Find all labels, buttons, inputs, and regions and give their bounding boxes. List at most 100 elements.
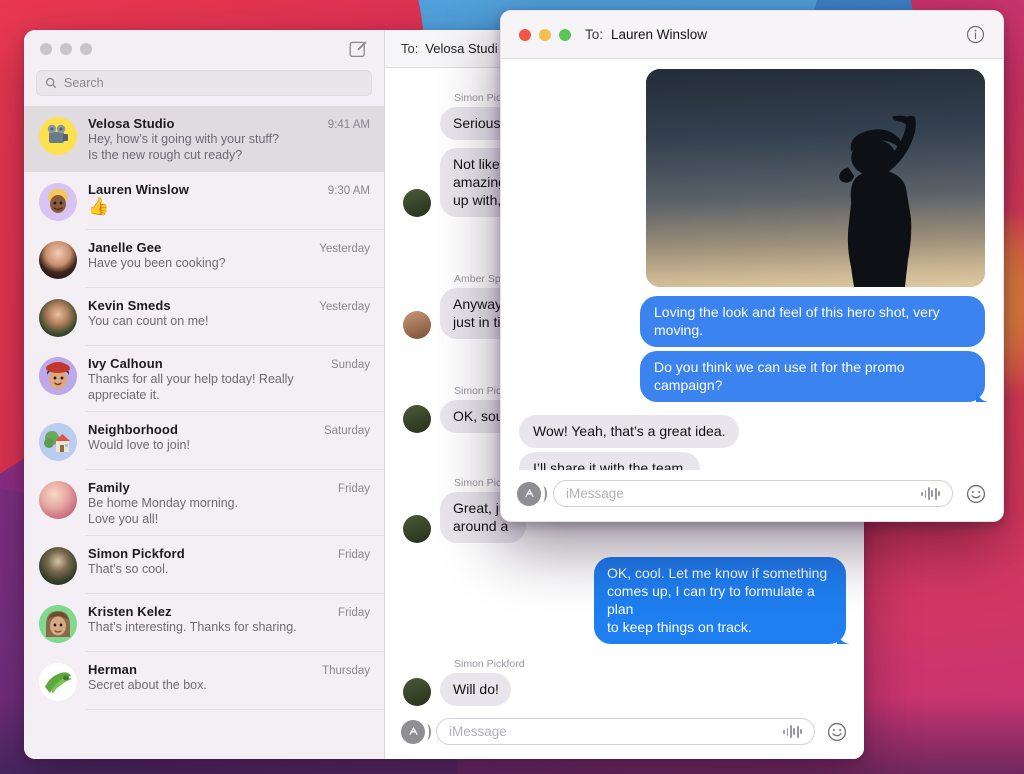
conversation-timestamp: Sunday	[330, 359, 370, 371]
conversation-body: Janelle Gee Yesterday Have you been cookin…	[88, 239, 370, 271]
house-with-garden-emoji	[39, 423, 77, 461]
conversation-top-line: Ivy Calhoun Sunday	[88, 356, 370, 371]
message-row: OK, cool. Let me know if something comes…	[403, 557, 846, 644]
search-input[interactable]: Search	[36, 70, 372, 96]
conversation-name: Kristen Kelez	[88, 604, 172, 619]
conversation-top-line: Kevin Smeds Yesterday	[88, 298, 370, 313]
compose-icon[interactable]	[348, 39, 368, 59]
sender-avatar	[403, 311, 431, 339]
smiley-face-icon[interactable]	[965, 483, 987, 505]
sidebar-titlebar	[24, 30, 384, 68]
minimize-button[interactable]	[539, 28, 551, 41]
bubble-line: OK, cool. Let me know if something	[607, 565, 828, 581]
window-traffic-lights[interactable]	[519, 28, 571, 41]
conversation-preview: Is the new rough cut ready?	[88, 148, 243, 162]
conversation-name: Velosa Studio	[88, 116, 175, 131]
photo-attachment[interactable]	[646, 69, 985, 287]
conversation-item-herman[interactable]: Herman Thursday Secret about the box.	[24, 652, 384, 710]
zoom-button[interactable]	[80, 43, 92, 55]
photo-attachment-row	[519, 69, 985, 287]
conversation-body: Family Friday Be home Monday morning. Love …	[88, 479, 370, 527]
conversation-body: Kevin Smeds Yesterday You can count on me!	[88, 297, 370, 329]
recipient-name: Velosa Studi	[425, 41, 498, 56]
app-store-arc	[423, 723, 431, 740]
conversation-item-ivy-calhoun[interactable]: Ivy Calhoun Sunday Thanks for all your hel…	[24, 346, 384, 412]
message-bubble[interactable]: I’ll share it with the team.	[519, 452, 701, 470]
photo-avatar	[39, 547, 77, 585]
to-label: To:	[401, 41, 419, 56]
memoji-avatar	[39, 183, 77, 221]
conversation-body: Herman Thursday Secret about the box.	[88, 661, 370, 693]
conversation-preview: Be home Monday morning.	[88, 496, 239, 510]
conversation-name: Kevin Smeds	[88, 298, 171, 313]
search-placeholder: Search	[64, 76, 104, 90]
conversation-preview: 👍	[88, 197, 110, 216]
dancer-silhouette	[839, 115, 916, 287]
conversation-body: Kristen Kelez Friday That’s interesting. T…	[88, 603, 370, 635]
conversation-preview: That’s so cool.	[88, 562, 169, 576]
conversation-list[interactable]: Velosa Studio 9:41 AM Hey, how’s it going …	[24, 106, 384, 759]
info-circle-icon[interactable]	[966, 25, 985, 44]
bubble-line: comes up, I can try to formulate a plan	[607, 583, 815, 617]
conversation-timestamp: Yesterday	[319, 301, 370, 313]
close-button[interactable]	[519, 28, 531, 41]
messages-conversation-window[interactable]: To: Lauren Winslow Loving the look and f…	[500, 10, 1004, 522]
message-bubble[interactable]: Do you think we can use it for the promo…	[640, 351, 985, 402]
message-row: Loving the look and feel of this hero sh…	[519, 296, 985, 347]
conversation-body: Neighborhood Saturday Would love to join!	[88, 421, 370, 453]
conversation-preview: You can count on me!	[88, 314, 209, 328]
minimize-button[interactable]	[60, 43, 72, 55]
conversation-timestamp: Thursday	[322, 665, 370, 677]
conversation-item-family[interactable]: Family Friday Be home Monday morning. Love …	[24, 470, 384, 536]
zoom-button[interactable]	[559, 28, 571, 41]
conversation-name: Herman	[88, 662, 138, 677]
sender-avatar	[403, 678, 431, 706]
conversation-item-lauren-winslow[interactable]: Lauren Winslow 9:30 AM 👍	[24, 172, 384, 230]
conversation-item-kristen-kelez[interactable]: Kristen Kelez Friday That’s interesting. T…	[24, 594, 384, 652]
app-store-arc	[539, 485, 547, 502]
audio-waveform-icon[interactable]	[921, 487, 940, 501]
app-store-icon[interactable]	[401, 719, 431, 744]
message-input[interactable]: iMessage	[553, 480, 953, 507]
message-input[interactable]: iMessage	[436, 718, 815, 745]
front-message-thread: Loving the look and feel of this hero sh…	[501, 59, 1003, 470]
message-bubble[interactable]: Will do!	[440, 673, 511, 706]
message-bubble[interactable]: Wow! Yeah, that’s a great idea.	[519, 415, 739, 448]
message-bubble[interactable]: OK, cool. Let me know if something comes…	[594, 557, 846, 644]
message-row: I’ll share it with the team.	[519, 452, 985, 470]
conversation-name: Janelle Gee	[88, 240, 162, 255]
message-placeholder: iMessage	[449, 724, 507, 739]
message-row: Will do!	[403, 673, 846, 706]
conversation-item-janelle-gee[interactable]: Janelle Gee Yesterday Have you been cookin…	[24, 230, 384, 288]
conversation-preview: Secret about the box.	[88, 678, 207, 692]
sender-avatar	[403, 515, 431, 543]
conversation-item-kevin-smeds[interactable]: Kevin Smeds Yesterday You can count on me!	[24, 288, 384, 346]
close-button[interactable]	[40, 43, 52, 55]
conversation-timestamp: Friday	[338, 483, 370, 495]
front-window-titlebar: To: Lauren Winslow	[501, 11, 1003, 59]
message-sender: Simon Pickford	[454, 658, 525, 670]
conversation-item-simon-pickford[interactable]: Simon Pickford Friday That’s so cool.	[24, 536, 384, 594]
audio-waveform-icon[interactable]	[783, 725, 802, 739]
to-label: To:	[585, 27, 604, 42]
window-traffic-lights[interactable]	[40, 43, 92, 55]
conversation-preview: That’s interesting. Thanks for sharing.	[88, 620, 297, 634]
app-store-icon[interactable]	[517, 481, 547, 506]
memoji-avatar	[39, 605, 77, 643]
conversation-top-line: Family Friday	[88, 480, 370, 495]
conversation-name: Neighborhood	[88, 422, 179, 437]
conversation-body: Velosa Studio 9:41 AM Hey, how’s it going …	[88, 115, 370, 163]
message-row: Do you think we can use it for the promo…	[519, 351, 985, 402]
conversation-preview: Thanks for all your help today! Really	[88, 372, 294, 386]
photo-avatar	[39, 241, 77, 279]
photo-avatar	[39, 481, 77, 519]
message-row: Wow! Yeah, that’s a great idea.	[519, 415, 985, 448]
front-message-composer: iMessage	[501, 470, 1003, 521]
conversation-name: Simon Pickford	[88, 546, 185, 561]
smiley-face-icon[interactable]	[826, 721, 848, 743]
sender-avatar	[403, 405, 431, 433]
message-bubble[interactable]: Loving the look and feel of this hero sh…	[640, 296, 985, 347]
back-message-composer: iMessage	[385, 707, 864, 759]
conversation-item-velosa-studio[interactable]: Velosa Studio 9:41 AM Hey, how’s it going …	[24, 106, 384, 172]
conversation-item-neighborhood[interactable]: Neighborhood Saturday Would love to join!	[24, 412, 384, 470]
